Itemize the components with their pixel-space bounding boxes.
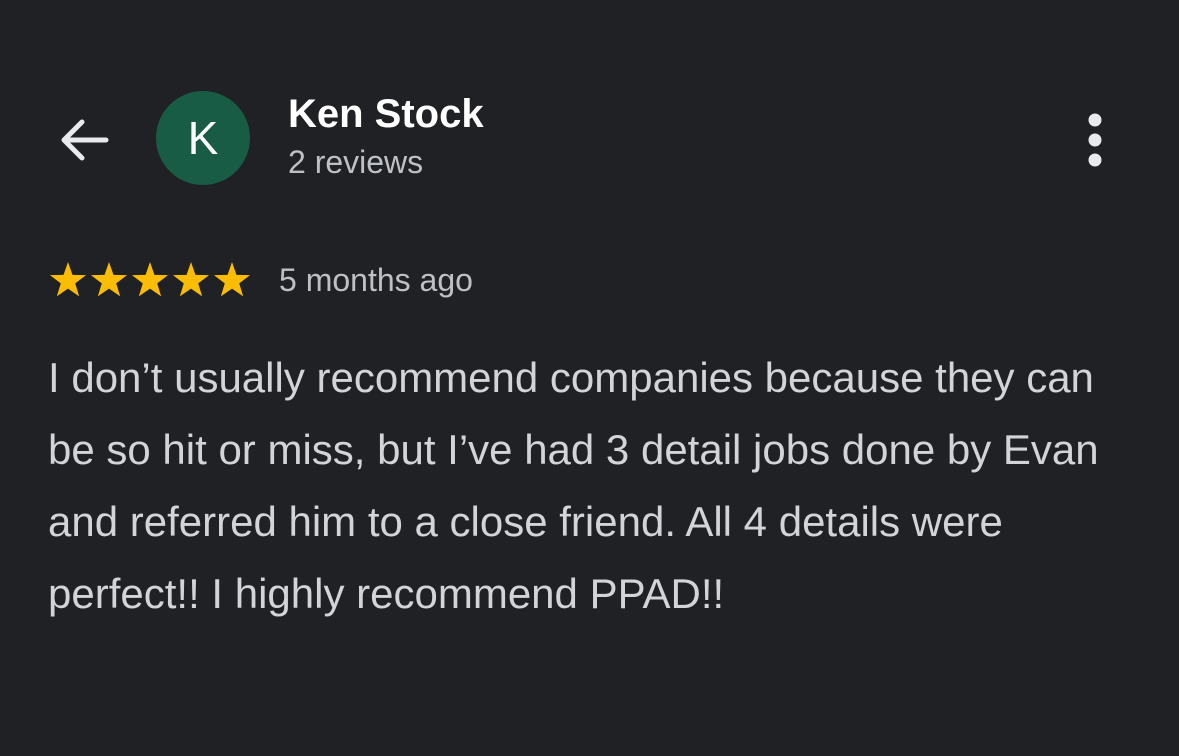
avatar[interactable]: K — [156, 91, 250, 185]
rating-row: 5 months ago — [48, 255, 473, 305]
arrow-left-icon — [61, 119, 109, 161]
star-rating — [48, 260, 253, 300]
review-text: I don’t usually recommend companies beca… — [48, 354, 1099, 617]
back-button[interactable] — [48, 104, 120, 176]
more-options-button[interactable] — [1064, 104, 1126, 176]
more-vert-icon — [1088, 113, 1102, 167]
review-time: 5 months ago — [279, 261, 473, 298]
star-icon — [131, 262, 169, 297]
star-icon — [90, 262, 128, 297]
review-count: 2 reviews — [288, 144, 424, 180]
star-icon — [172, 262, 210, 297]
reviewer-name[interactable]: Ken Stock — [288, 92, 484, 137]
star-icon — [213, 262, 251, 297]
star-icon — [49, 262, 87, 297]
